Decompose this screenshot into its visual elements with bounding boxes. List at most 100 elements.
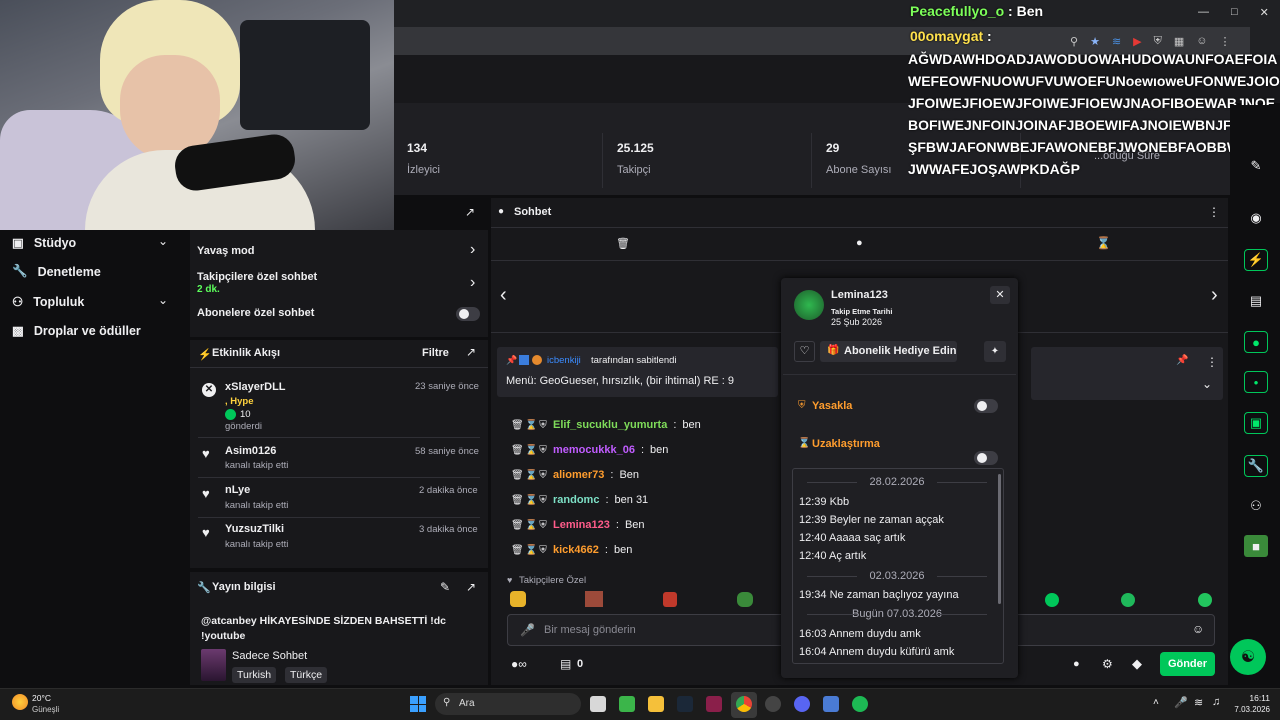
chat-username[interactable]: Elif_sucuklu_yumurta <box>553 419 667 431</box>
taskbar-search[interactable]: ⚲ Ara <box>435 693 581 715</box>
close-button[interactable]: ✕ <box>990 286 1010 304</box>
trash-icon[interactable]: 🗑 <box>511 445 524 456</box>
bookmark-star-icon[interactable]: ★ <box>1090 35 1100 48</box>
filter-button[interactable]: Filtre <box>422 347 449 359</box>
chrome-icon[interactable] <box>736 696 752 712</box>
wifi-icon[interactable]: ≋ <box>1194 696 1203 709</box>
pin-icon[interactable]: 📌 <box>1176 355 1188 366</box>
chevron-left-icon[interactable]: ‹ <box>500 284 507 307</box>
popout-icon[interactable]: ↗ <box>466 345 476 359</box>
chat-bubble-icon[interactable]: ● <box>1073 658 1080 670</box>
notes-icon[interactable]: ▤ <box>1244 290 1268 312</box>
card-username[interactable]: Lemina123 <box>831 289 888 301</box>
app-icon[interactable] <box>823 696 839 712</box>
emote[interactable] <box>1198 593 1212 607</box>
nav-community[interactable]: ⚇ Topluluk <box>12 294 84 310</box>
emote[interactable] <box>737 592 753 607</box>
nav-moderation[interactable]: 🔧 Denetleme <box>12 264 101 279</box>
pip-icon[interactable]: ▣ <box>1244 412 1268 434</box>
app-icon[interactable] <box>765 696 781 712</box>
chevron-down-icon[interactable]: ⌄ <box>158 234 168 248</box>
hourglass-icon[interactable]: ⌛ <box>525 470 537 481</box>
shield-icon[interactable]: ⛨ <box>1154 35 1162 48</box>
camera-icon[interactable]: ◉ <box>1244 207 1268 229</box>
tag[interactable]: Türkçe <box>285 667 328 683</box>
discord-icon[interactable] <box>794 696 810 712</box>
gift-sub-button[interactable]: 🎁 Abonelik Hediye Edin <box>820 341 957 362</box>
chat-username[interactable]: kick4662 <box>553 544 599 556</box>
zoom-icon[interactable]: ⚲ <box>1070 35 1078 48</box>
category-name[interactable]: Sadece Sohbet <box>232 650 307 662</box>
microphone-icon[interactable]: 🎤 <box>1174 696 1188 709</box>
chat-username[interactable]: aliomer73 <box>553 469 604 481</box>
chevron-right-icon[interactable]: › <box>1211 284 1218 307</box>
minecraft-icon[interactable] <box>619 696 635 712</box>
microphone-icon[interactable]: 🎤 <box>520 623 535 637</box>
hourglass-icon[interactable]: ⌛ <box>1096 236 1111 250</box>
chevron-down-icon[interactable]: ⌄ <box>1202 377 1212 391</box>
hourglass-icon[interactable]: ⌛ <box>525 420 537 431</box>
clock-date[interactable]: 7.03.2026 <box>1226 705 1270 714</box>
emote[interactable] <box>663 592 677 607</box>
volume-icon[interactable]: ♫ <box>1212 696 1220 708</box>
steam-icon[interactable] <box>677 696 693 712</box>
points-icon[interactable]: ●∞ <box>511 657 527 671</box>
more-icon[interactable]: ⋮ <box>1206 355 1218 369</box>
bot-icon[interactable]: ◆ <box>1132 656 1142 672</box>
clock-time[interactable]: 16:11 <box>1244 693 1270 703</box>
shield-icon[interactable]: ⛨ <box>539 495 547 506</box>
trash-icon[interactable]: 🗑 <box>616 237 630 250</box>
timeout-toggle[interactable] <box>974 451 998 465</box>
broadcast-icon[interactable]: • <box>1244 371 1268 393</box>
store-icon[interactable]: ▤ <box>560 657 571 671</box>
spotify-icon[interactable] <box>852 696 868 712</box>
shield-icon[interactable]: ⛨ <box>539 420 547 431</box>
hourglass-icon[interactable]: ⌛ <box>525 520 537 531</box>
trash-icon[interactable]: 🗑 <box>511 420 524 431</box>
chat-bubble-icon[interactable]: ● <box>1244 331 1268 353</box>
chat-username[interactable]: Lemina123 <box>553 519 610 531</box>
chat-bubble-icon[interactable]: ● <box>856 237 863 249</box>
wrench-icon[interactable]: 🔧 <box>1244 455 1268 477</box>
hourglass-icon[interactable]: ⌛ <box>525 445 537 456</box>
popout-icon[interactable]: ↗ <box>465 205 475 219</box>
emote[interactable] <box>585 591 603 607</box>
emote[interactable] <box>1045 593 1059 607</box>
more-icon[interactable]: ⋮ <box>1208 205 1220 219</box>
community-icon[interactable]: ⚇ <box>1244 495 1268 517</box>
trash-icon[interactable]: 🗑 <box>511 495 524 506</box>
activity-user[interactable]: xSlayerDLL <box>225 381 286 393</box>
chat-username[interactable]: memocukkk_06 <box>553 444 635 456</box>
trash-icon[interactable]: 🗑 <box>511 545 524 556</box>
bolt-icon[interactable]: ⚡ <box>1244 249 1268 271</box>
edit-icon[interactable]: ✎ <box>440 580 450 594</box>
minimize-icon[interactable]: — <box>1198 6 1209 19</box>
activity-user[interactable]: YuzsuzTilki <box>225 523 284 535</box>
ban-toggle[interactable] <box>974 399 998 413</box>
app-icon[interactable] <box>706 696 722 712</box>
nav-drops[interactable]: ▩ Droplar ve ödüller <box>12 323 141 339</box>
chat-username[interactable]: randomc <box>553 494 599 506</box>
shield-icon[interactable]: ⛨ <box>539 520 547 531</box>
chevron-right-icon[interactable]: › <box>470 274 475 292</box>
scrollbar[interactable] <box>998 474 1001 604</box>
emoji-icon[interactable]: ☺ <box>1192 622 1204 636</box>
activity-user[interactable]: nLye <box>225 484 250 496</box>
shield-icon[interactable]: ⛨ <box>539 445 547 456</box>
edit-icon[interactable]: ✎ <box>1244 155 1268 177</box>
pinned-by-user[interactable]: icbenkiji <box>547 355 581 366</box>
puzzle-icon[interactable]: ▦ <box>1174 35 1184 48</box>
shield-icon[interactable]: ⛨ <box>539 470 547 481</box>
hourglass-icon[interactable]: ⌛ <box>525 495 537 506</box>
nav-studio[interactable]: ▣ Stüdyo <box>12 235 76 251</box>
file-explorer-icon[interactable] <box>648 696 664 712</box>
windows-start-icon[interactable] <box>410 696 426 712</box>
send-button[interactable]: Gönder <box>1160 652 1215 676</box>
wand-icon[interactable]: ✦ <box>984 341 1006 362</box>
app-icon[interactable]: ■ <box>1244 535 1268 557</box>
chevron-up-icon[interactable]: ˄ <box>1153 697 1159 708</box>
headset-icon[interactable]: ☯ <box>1230 639 1266 675</box>
emote[interactable] <box>510 591 526 607</box>
follow-heart-button[interactable]: ♡ <box>794 341 815 362</box>
trash-icon[interactable]: 🗑 <box>511 520 524 531</box>
